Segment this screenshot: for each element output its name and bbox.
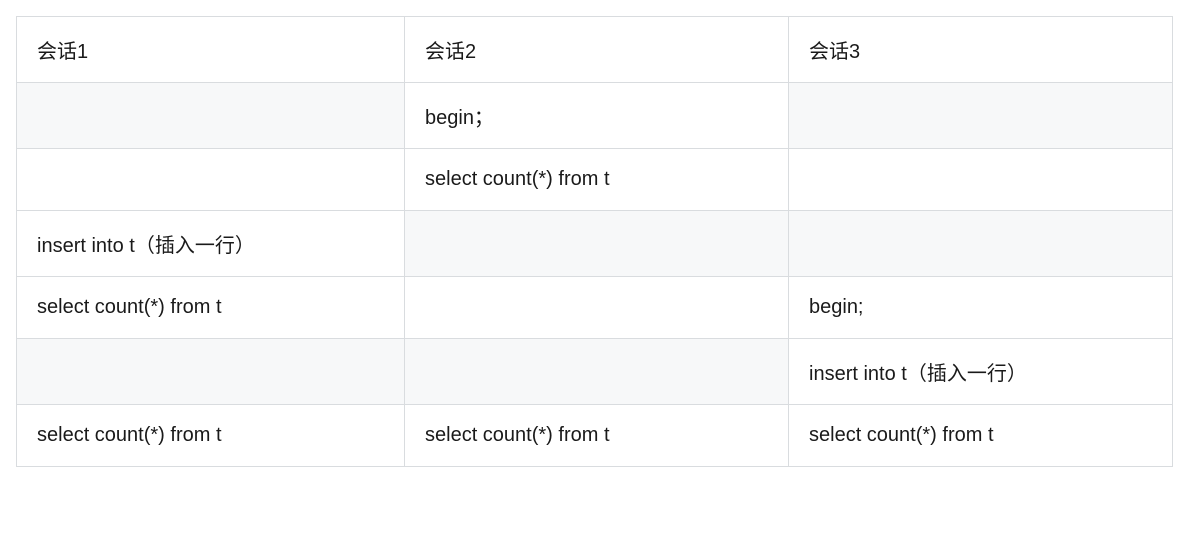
- table-header-cell: 会话3: [789, 17, 1173, 83]
- table-cell: insert into t（插入一行）: [789, 339, 1173, 405]
- table-cell: [789, 211, 1173, 277]
- table-cell: select count(*) from t: [17, 277, 405, 339]
- table-cell: [405, 339, 789, 405]
- table-cell: [789, 149, 1173, 211]
- table-header-row: 会话1 会话2 会话3: [17, 17, 1173, 83]
- table-row: insert into t（插入一行）: [17, 339, 1173, 405]
- table-cell: begin;: [789, 277, 1173, 339]
- table-row: select count(*) from t: [17, 149, 1173, 211]
- table-row: select count(*) from t select count(*) f…: [17, 405, 1173, 467]
- table-cell: select count(*) from t: [17, 405, 405, 467]
- table-cell: [17, 149, 405, 211]
- table-header-cell: 会话2: [405, 17, 789, 83]
- table-cell: select count(*) from t: [405, 405, 789, 467]
- table-cell: select count(*) from t: [405, 149, 789, 211]
- table-cell: [789, 83, 1173, 149]
- table-row: begin；: [17, 83, 1173, 149]
- table-cell: [17, 339, 405, 405]
- table-body: begin； select count(*) from t insert int…: [17, 83, 1173, 467]
- table-cell: select count(*) from t: [789, 405, 1173, 467]
- sessions-table: 会话1 会话2 会话3 begin； select count(*) from …: [16, 16, 1173, 467]
- table-cell: insert into t（插入一行）: [17, 211, 405, 277]
- table-cell: begin；: [405, 83, 789, 149]
- table-row: select count(*) from t begin;: [17, 277, 1173, 339]
- table-row: insert into t（插入一行）: [17, 211, 1173, 277]
- table-cell: [17, 83, 405, 149]
- table-cell: [405, 277, 789, 339]
- table-cell: [405, 211, 789, 277]
- table-header-cell: 会话1: [17, 17, 405, 83]
